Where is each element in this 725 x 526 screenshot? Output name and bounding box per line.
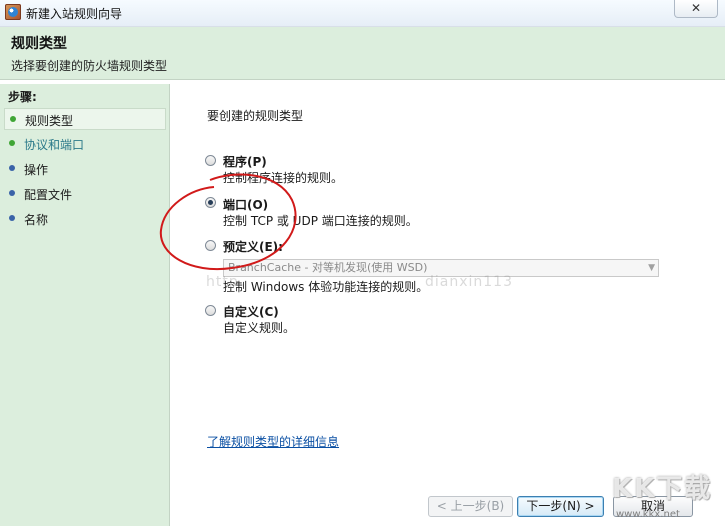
chevron-down-icon: ▼ [648,263,655,273]
step-label: 操作 [24,163,49,177]
watermark-right-text: dianxin113 [425,274,513,290]
predefined-rule-select-value: BranchCache - 对等机发现(使用 WSD) [228,261,428,274]
step-label: 协议和端口 [24,138,85,152]
custom-radio[interactable] [205,305,216,316]
firewall-app-icon [5,4,21,20]
back-button[interactable]: < 上一步(B) [428,496,513,517]
port-radio[interactable] [205,197,216,208]
step-label: 规则类型 [25,114,74,128]
custom-option-description: 自定义规则。 [223,321,296,335]
step-protocol-ports[interactable]: 协议和端口 [4,133,166,155]
step-dot-icon [9,215,15,221]
port-option-label[interactable]: 端口(O) [223,196,268,213]
step-action[interactable]: 操作 [4,158,166,180]
step-rule-type[interactable]: 规则类型 [4,108,166,130]
close-icon: ✕ [690,1,702,15]
watermark-left-text: http [206,274,239,290]
step-label: 配置文件 [24,188,73,202]
step-profile[interactable]: 配置文件 [4,183,166,205]
steps-heading: 步骤: [8,90,37,104]
predefined-radio[interactable] [205,240,216,251]
wizard-content: 要创建的规则类型 程序(P) 控制程序连接的规则。 端口(O) 控制 TCP 或… [171,84,725,526]
title-bar: 新建入站规则向导 ✕ [0,0,725,27]
steps-sidebar: 步骤: 规则类型 协议和端口 操作 配置文件 名称 [0,84,170,526]
new-inbound-rule-wizard: 新建入站规则向导 ✕ 规则类型 选择要创建的防火墙规则类型 步骤: 规则类型 协… [0,0,725,526]
step-dot-icon [9,140,15,146]
step-dot-icon [9,190,15,196]
watermark-url: www.kkx.net [616,509,680,520]
wizard-header: 规则类型 选择要创建的防火墙规则类型 [0,27,725,80]
predefined-option-label[interactable]: 预定义(E): [223,238,283,255]
step-dot-icon [10,116,16,122]
page-subtitle: 选择要创建的防火墙规则类型 [11,59,168,73]
step-label: 名称 [24,213,49,227]
custom-option-label[interactable]: 自定义(C) [223,303,279,320]
rule-type-question: 要创建的规则类型 [207,109,304,123]
step-dot-icon [9,165,15,171]
predefined-option-description: 控制 Windows 体验功能连接的规则。 [223,280,429,294]
watermark-logo-text: KK下载 [612,474,713,504]
port-option-description: 控制 TCP 或 UDP 端口连接的规则。 [223,214,418,228]
kkx-watermark-logo: KK下载 www.kkx.net [608,466,720,522]
next-button[interactable]: 下一步(N) > [517,496,604,517]
step-name[interactable]: 名称 [4,208,166,230]
program-radio[interactable] [205,155,216,166]
page-title: 规则类型 [11,36,67,52]
window-title: 新建入站规则向导 [26,7,123,21]
program-option-label[interactable]: 程序(P) [223,153,267,170]
program-option-description: 控制程序连接的规则。 [223,171,344,185]
close-button[interactable]: ✕ [674,0,718,18]
rule-types-help-link[interactable]: 了解规则类型的详细信息 [207,433,339,450]
